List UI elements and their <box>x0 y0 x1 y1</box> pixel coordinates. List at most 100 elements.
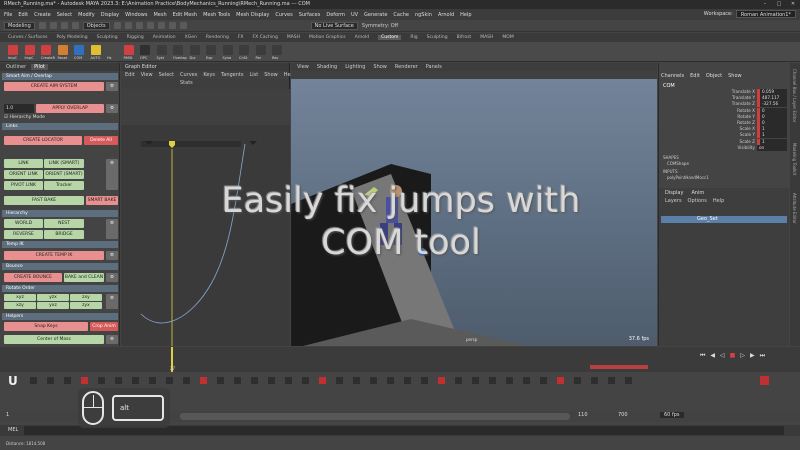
key-tool-icon[interactable] <box>268 377 275 384</box>
workspace-dropdown[interactable]: Roman Animation1* <box>735 10 796 18</box>
shelf-tab[interactable]: Poly Modeling <box>57 35 88 40</box>
attribute-row[interactable]: Translate X 0.059 <box>659 89 789 95</box>
selection-mode-dropdown[interactable]: Objects <box>82 21 110 30</box>
snap-point-icon[interactable] <box>135 22 143 29</box>
attribute-value[interactable]: 1 <box>757 126 787 133</box>
menu-curves[interactable]: Curves <box>275 12 292 18</box>
reverse-button[interactable]: REVERSE <box>4 230 43 239</box>
key-tool-icon[interactable] <box>370 377 377 384</box>
tab-channel-box[interactable]: Channel Box / Layer Editor <box>792 69 797 122</box>
attribute-row[interactable]: Rotate Z0 <box>659 120 789 126</box>
create-bounce-button[interactable]: CREATE BOUNCE <box>4 273 62 282</box>
attribute-row[interactable]: Scale Z1 <box>659 138 789 145</box>
shelf-button-icon[interactable] <box>41 45 51 55</box>
graph-menu-item[interactable]: Show <box>264 71 278 79</box>
shelf-tab[interactable]: FX Caching <box>253 35 278 40</box>
key-tool-icon[interactable] <box>404 377 411 384</box>
menu-cache[interactable]: Cache <box>393 12 409 18</box>
shelf-button-icon[interactable] <box>206 45 216 55</box>
goto-start-icon[interactable]: ⏮ <box>700 352 705 360</box>
key-tool-icon[interactable] <box>523 377 530 384</box>
attribute-value[interactable]: 0.059 <box>757 89 787 95</box>
tracker-button[interactable]: Tracker <box>44 181 84 190</box>
layers-menu[interactable]: Layers <box>665 198 682 204</box>
key-tool-icon[interactable] <box>353 377 360 384</box>
range-start-field[interactable]: 1 <box>6 412 9 418</box>
bridge-button[interactable]: BRIDGE <box>44 230 84 239</box>
key-tool-icon[interactable] <box>115 377 122 384</box>
key-tool-icon[interactable] <box>574 377 581 384</box>
play-back-icon[interactable]: ◁ <box>720 352 725 360</box>
shelf-tab[interactable]: MASH <box>287 35 300 40</box>
links-options-button[interactable]: ⚙ <box>106 159 118 190</box>
shelf-button-icon[interactable] <box>156 45 167 55</box>
menu-arnold[interactable]: Arnold <box>438 12 454 18</box>
create-aim-button[interactable]: CREATE AIM SYSTEM <box>4 82 104 91</box>
section-links[interactable]: Links <box>2 123 118 130</box>
layer-row[interactable]: Geo_Set <box>661 216 787 223</box>
bake-and-clean-button[interactable]: BAKE and CLEAN <box>64 273 104 282</box>
tab-attribute-editor[interactable]: Attribute Editor <box>792 193 797 224</box>
section-temp-ik[interactable]: Temp IK <box>2 241 118 248</box>
tab-outliner[interactable]: Outliner <box>3 64 29 70</box>
hierarchy-options-button[interactable]: ⚙ <box>106 219 118 239</box>
section-helpers[interactable]: Helpers <box>2 313 118 320</box>
attribute-value[interactable]: 1 <box>757 132 787 139</box>
menu-edit[interactable]: Edit <box>18 12 28 18</box>
menu-select[interactable]: Select <box>57 12 72 18</box>
menu-mesh-tools[interactable]: Mesh Tools <box>203 12 230 18</box>
shelf-button-icon[interactable] <box>8 45 18 55</box>
menu-mesh[interactable]: Mesh <box>153 12 166 18</box>
shelf-button-icon[interactable] <box>107 45 117 55</box>
rotate-order-options-button[interactable]: ⚙ <box>106 294 118 309</box>
com-options-button[interactable]: ⚙ <box>106 335 118 344</box>
link-smart-button[interactable]: LINK (SMART) <box>44 159 84 168</box>
create-locator-button[interactable]: CREATE LOCATOR <box>4 136 82 145</box>
menu-edit-mesh[interactable]: Edit Mesh <box>173 12 197 18</box>
save-scene-icon[interactable] <box>60 22 68 29</box>
tab-display-layers[interactable]: Display <box>665 190 683 196</box>
key-tool-icon[interactable] <box>132 377 139 384</box>
ro-yzx-button[interactable]: yzx <box>37 294 69 301</box>
shelf-tab[interactable]: Rendering <box>206 35 229 40</box>
section-bounce[interactable]: Bounce <box>2 263 118 270</box>
shelf-button-icon[interactable] <box>74 45 84 55</box>
key-tool-icon[interactable] <box>149 377 156 384</box>
shelf-button-icon[interactable] <box>255 45 266 55</box>
key-tool-icon[interactable] <box>47 377 54 384</box>
ro-yxz-button[interactable]: yxz <box>37 302 69 309</box>
step-forward-icon[interactable]: ▶ <box>750 352 755 360</box>
shelf-tab[interactable]: Motion Graphics <box>309 35 346 40</box>
section-hierarchy[interactable]: Hierarchy <box>2 210 118 217</box>
live-surface-field[interactable]: No Live Surface <box>310 21 358 30</box>
shelf-button-icon[interactable] <box>123 45 134 55</box>
shelf-button-icon[interactable] <box>239 45 249 55</box>
pivot-link-button[interactable]: PIVOT LINK <box>4 181 43 190</box>
attribute-row[interactable]: Rotate Y0 <box>659 113 789 120</box>
key-tool-icon[interactable] <box>64 377 71 384</box>
snap-keys-button[interactable]: Snap Keys <box>4 322 88 331</box>
key-tool-icon[interactable] <box>30 377 37 384</box>
attribute-row[interactable]: Translate Z -327.56 <box>659 101 789 108</box>
play-forward-icon[interactable]: ▷ <box>740 352 745 360</box>
graph-menu-item[interactable]: List <box>249 71 258 79</box>
attribute-row[interactable]: Rotate X0 <box>659 107 789 114</box>
section-rotate-order[interactable]: Rotate Order <box>2 285 118 292</box>
key-tool-icon[interactable] <box>455 377 462 384</box>
shelf-tab[interactable]: MOM <box>502 35 513 40</box>
shelf-tab[interactable]: Sculpting <box>427 35 448 40</box>
key-tool-icon[interactable] <box>421 377 428 384</box>
ro-xyz-button[interactable]: xyz <box>4 294 36 301</box>
range-bar[interactable] <box>180 413 570 420</box>
shelf-button-icon[interactable] <box>222 45 233 55</box>
menu-deform[interactable]: Deform <box>326 12 345 18</box>
attribute-value[interactable]: -327.56 <box>757 101 787 108</box>
orient-smart-button[interactable]: ORIENT (SMART) <box>44 170 84 179</box>
shelf-button-icon[interactable] <box>24 45 35 55</box>
shelf-tab[interactable]: Arnold <box>355 35 370 40</box>
stop-icon[interactable]: ■ <box>730 352 736 360</box>
menu-surfaces[interactable]: Surfaces <box>299 12 321 18</box>
section-smart-aim[interactable]: Smart Aim / Overlap <box>2 73 118 80</box>
graph-menu-item[interactable]: Tangents <box>221 71 243 79</box>
center-of-mass-button[interactable]: Center of Mass <box>4 335 104 344</box>
